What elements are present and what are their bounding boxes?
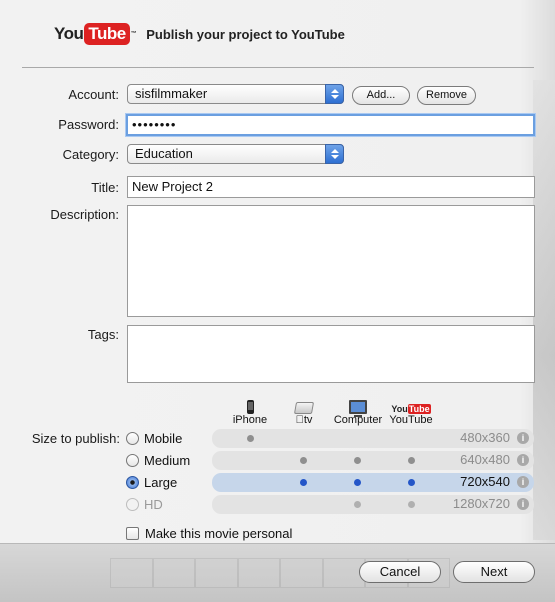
account-value: sisfilmmaker (135, 86, 208, 101)
description-field[interactable] (127, 205, 535, 317)
computer-support-dot (354, 501, 361, 508)
next-button[interactable]: Next (453, 561, 535, 583)
publish-sheet: You Tube ™ Publish your project to YouTube… (0, 0, 555, 602)
youtube-icon: YouTube (391, 404, 431, 414)
category-value: Education (135, 146, 193, 161)
title-field[interactable]: New Project 2 (127, 176, 535, 198)
cancel-button[interactable]: Cancel (359, 561, 441, 583)
popup-arrows-icon (325, 144, 344, 164)
info-icon[interactable]: i (517, 498, 529, 510)
youtube-support-dot (408, 501, 415, 508)
device-youtube: YouTube YouTube (389, 404, 433, 426)
radio-button-selected[interactable] (126, 475, 139, 489)
personal-checkbox[interactable] (126, 527, 139, 540)
size-row-mobile: 480x360 i (212, 429, 534, 448)
size-row-large: 720x540 i (212, 473, 534, 492)
radio-button[interactable] (126, 497, 139, 511)
apple-logo-icon:  (296, 414, 304, 426)
size-option-mobile[interactable]: Mobile (126, 429, 182, 447)
iphone-support-dot (247, 435, 254, 442)
sheet-title: Publish your project to YouTube (146, 26, 345, 42)
size-option-large[interactable]: Large (126, 473, 177, 491)
account-label: Account: (68, 87, 119, 102)
add-account-button[interactable]: Add... (352, 86, 410, 105)
sheet-header: You Tube ™ Publish your project to YouTube (54, 22, 345, 46)
computer-icon (349, 400, 367, 417)
apple-tv-support-dot (300, 457, 307, 464)
header-divider (22, 67, 534, 68)
remove-account-button[interactable]: Remove (417, 86, 476, 105)
apple-tv-support-dot (300, 479, 307, 486)
device-iphone: iPhone (228, 396, 272, 426)
info-icon[interactable]: i (517, 432, 529, 444)
radio-button[interactable] (126, 431, 139, 445)
resolution-label: 640x480 (460, 452, 510, 467)
popup-arrows-icon (325, 84, 344, 104)
category-label: Category: (62, 147, 119, 162)
tags-field[interactable] (127, 325, 535, 383)
youtube-support-dot (408, 479, 415, 486)
size-to-publish-label: Size to publish: (31, 431, 120, 446)
description-label: Description: (50, 207, 119, 222)
youtube-support-dot (408, 457, 415, 464)
size-option-hd[interactable]: HD (126, 495, 163, 513)
device-computer: Computer (332, 396, 384, 426)
computer-support-dot (354, 457, 361, 464)
resolution-label: 1280x720 (452, 496, 510, 511)
size-row-hd: 1280x720 i (212, 495, 534, 514)
computer-support-dot (354, 479, 361, 486)
info-icon[interactable]: i (517, 454, 529, 466)
background-window-edge (533, 80, 555, 540)
device-apple-tv: tv (284, 396, 324, 426)
resolution-label: 480x360 (460, 430, 510, 445)
size-row-medium: 640x480 i (212, 451, 534, 470)
resolution-label: 720x540 (460, 474, 510, 489)
category-popup[interactable]: Education (127, 144, 344, 164)
tags-label: Tags: (87, 327, 119, 342)
account-popup[interactable]: sisfilmmaker (127, 84, 344, 104)
radio-button[interactable] (126, 453, 139, 467)
youtube-logo: You Tube ™ (54, 23, 137, 45)
iphone-icon (246, 400, 254, 414)
title-label: Title: (91, 180, 119, 195)
apple-tv-icon (293, 402, 315, 414)
password-label: Password: (58, 117, 119, 132)
personal-label: Make this movie personal (145, 526, 293, 541)
personal-movie-option[interactable]: Make this movie personal (126, 526, 292, 541)
info-icon[interactable]: i (517, 476, 529, 488)
password-field[interactable]: •••••••• (126, 114, 535, 136)
size-option-medium[interactable]: Medium (126, 451, 190, 469)
